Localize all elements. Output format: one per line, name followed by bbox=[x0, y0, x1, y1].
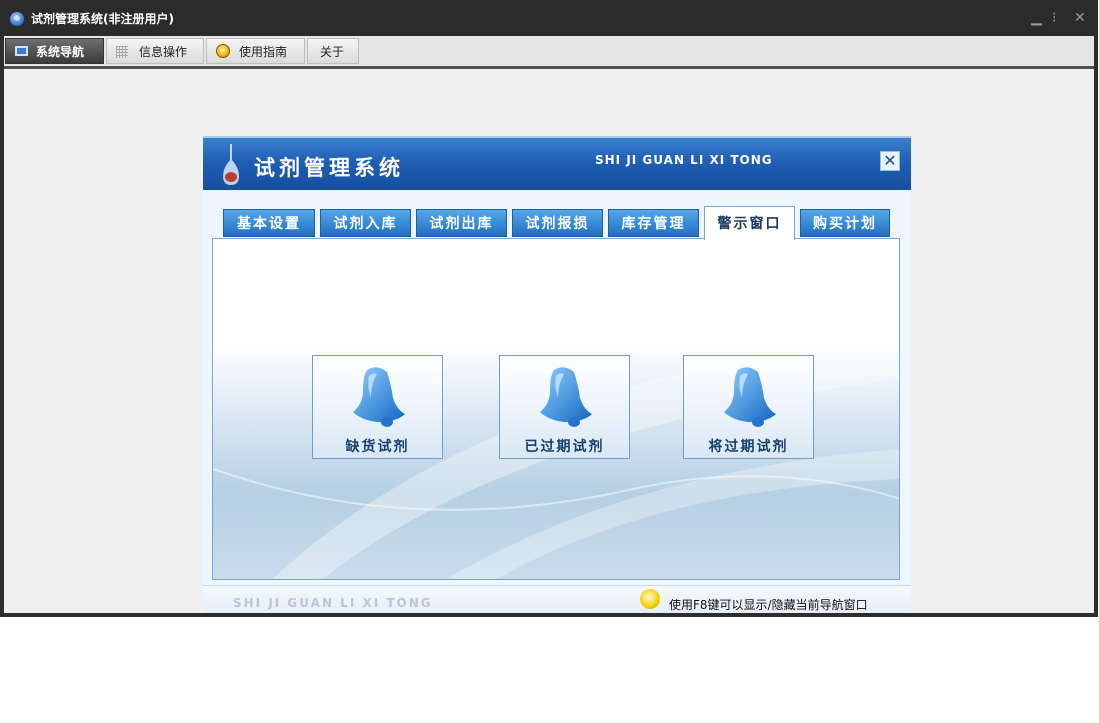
tab-basic-settings[interactable]: 基本设置 bbox=[223, 209, 315, 237]
alert-pane: 缺货试剂 已过期试剂 将过期试剂 bbox=[212, 238, 900, 580]
panel-close-button[interactable]: ✕ bbox=[880, 151, 900, 171]
app-window: 试剂管理系统(非注册用户) ▁ ⁝ ✕ 系统导航 信息操作 使用指南 关于 试剂… bbox=[0, 0, 1098, 617]
tab-reagent-out[interactable]: 试剂出库 bbox=[416, 209, 507, 237]
panel-subtitle: SHI JI GUAN LI XI TONG bbox=[595, 153, 773, 167]
tab-about[interactable]: 关于 bbox=[307, 38, 359, 64]
footer-brand: SHI JI GUAN LI XI TONG bbox=[233, 596, 433, 610]
tab-user-guide[interactable]: 使用指南 bbox=[206, 38, 305, 64]
tab-inventory[interactable]: 库存管理 bbox=[608, 209, 699, 237]
lightbulb-icon bbox=[640, 589, 660, 609]
window-title: 试剂管理系统(非注册用户) bbox=[31, 12, 174, 26]
bell-icon bbox=[540, 367, 592, 427]
alert-label: 已过期试剂 bbox=[524, 439, 605, 455]
alert-button-expiring[interactable]: 将过期试剂 bbox=[683, 355, 814, 459]
title-bar[interactable]: 试剂管理系统(非注册用户) ▁ ⁝ ✕ bbox=[0, 0, 1098, 36]
close-icon[interactable]: ✕ bbox=[1074, 9, 1086, 27]
panel-title: 试剂管理系统 bbox=[254, 156, 404, 180]
minimize-icon[interactable]: ▁ bbox=[1031, 9, 1042, 27]
monitor-icon bbox=[15, 46, 28, 56]
panel-banner: 试剂管理系统 SHI JI GUAN LI XI TONG ✕ bbox=[203, 136, 911, 190]
bell-icon bbox=[724, 367, 776, 427]
tab-alert-window[interactable]: 警示窗口 bbox=[704, 206, 795, 240]
reagent-nav-panel: 试剂管理系统 SHI JI GUAN LI XI TONG ✕ 基本设置 试剂入… bbox=[203, 136, 911, 613]
flask-icon bbox=[223, 144, 239, 185]
grid-icon bbox=[116, 46, 128, 58]
tab-label: 使用指南 bbox=[239, 45, 288, 59]
alert-label: 缺货试剂 bbox=[345, 439, 410, 455]
panel-footer: SHI JI GUAN LI XI TONG 使用F8键可以显示/隐藏当前导航窗… bbox=[203, 585, 911, 613]
tab-info-ops[interactable]: 信息操作 bbox=[106, 38, 204, 64]
main-content: 试剂管理系统 SHI JI GUAN LI XI TONG ✕ 基本设置 试剂入… bbox=[4, 69, 1094, 613]
tab-label: 信息操作 bbox=[139, 45, 188, 59]
tab-label: 关于 bbox=[320, 45, 345, 59]
alert-label: 将过期试剂 bbox=[708, 439, 789, 455]
footer-tip: 使用F8键可以显示/隐藏当前导航窗口 bbox=[669, 598, 868, 612]
app-logo-icon bbox=[10, 12, 24, 26]
alert-button-out-of-stock[interactable]: 缺货试剂 bbox=[312, 355, 443, 459]
tab-reagent-in[interactable]: 试剂入库 bbox=[320, 209, 411, 237]
tab-label: 系统导航 bbox=[36, 45, 85, 59]
top-toolbar: 系统导航 信息操作 使用指南 关于 bbox=[4, 36, 1094, 66]
tab-system-nav[interactable]: 系统导航 bbox=[5, 38, 104, 64]
bell-icon bbox=[353, 367, 405, 427]
tab-reagent-loss[interactable]: 试剂报损 bbox=[512, 209, 603, 237]
tab-purchase-plan[interactable]: 购买计划 bbox=[800, 209, 890, 237]
alert-button-expired[interactable]: 已过期试剂 bbox=[499, 355, 630, 459]
bulb-icon bbox=[216, 44, 230, 58]
restore-icon[interactable]: ⁝ bbox=[1052, 9, 1056, 27]
